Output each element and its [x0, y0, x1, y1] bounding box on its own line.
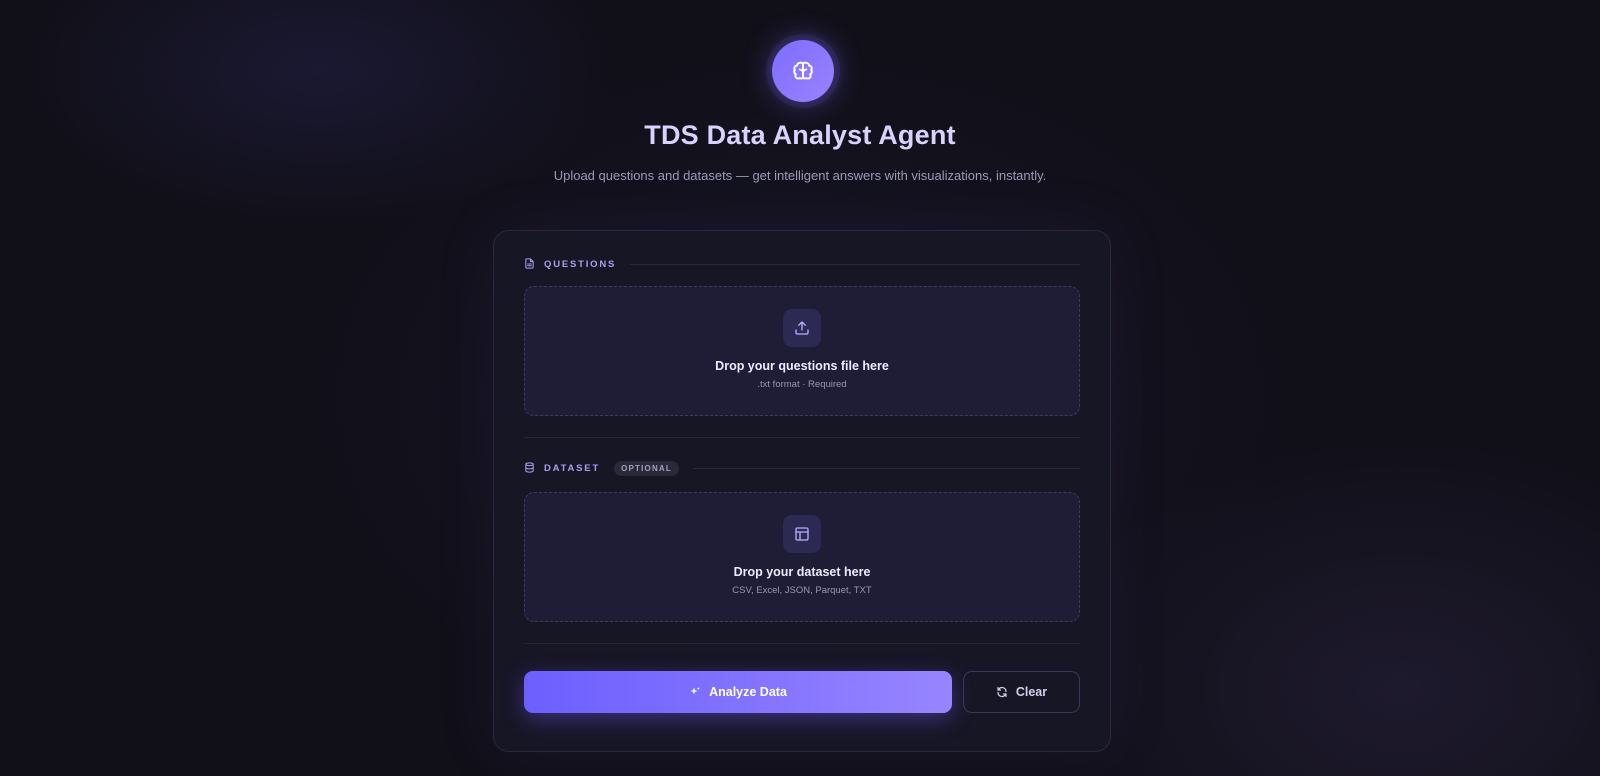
dataset-section-header: DATASET OPTIONAL: [524, 460, 1080, 476]
page-subtitle: Upload questions and datasets — get inte…: [553, 168, 1047, 183]
questions-dropzone[interactable]: Drop your questions file here .txt forma…: [524, 286, 1080, 416]
analyze-data-button[interactable]: Analyze Data: [524, 671, 952, 713]
dataset-section-label: DATASET: [544, 462, 601, 474]
database-icon: [524, 462, 536, 474]
dataset-dropzone[interactable]: Drop your dataset here CSV, Excel, JSON,…: [524, 492, 1080, 622]
section-divider-line: [630, 263, 1080, 265]
clear-label: Clear: [1015, 685, 1048, 699]
page-title: TDS Data Analyst Agent: [644, 120, 956, 150]
questions-section-label: QUESTIONS: [544, 258, 617, 270]
questions-dropzone-title: Drop your questions file here: [715, 359, 889, 373]
refresh-icon: [996, 686, 1008, 698]
clear-button[interactable]: Clear: [963, 671, 1080, 713]
section-divider: [524, 437, 1080, 438]
sparkles-icon: [689, 686, 701, 698]
upload-icon: [783, 309, 821, 347]
app-logo: [772, 40, 834, 102]
section-divider: [524, 643, 1080, 644]
analyze-data-label: Analyze Data: [709, 685, 787, 699]
table-icon: [783, 515, 821, 553]
optional-badge: OPTIONAL: [614, 460, 679, 476]
section-divider-line: [693, 467, 1080, 469]
file-text-icon: [524, 258, 536, 270]
questions-dropzone-hint: .txt format · Required: [757, 379, 847, 390]
app-page: TDS Data Analyst Agent Upload questions …: [0, 0, 1600, 776]
dataset-dropzone-hint: CSV, Excel, JSON, Parquet, TXT: [732, 585, 872, 596]
questions-section-header: QUESTIONS: [524, 256, 1080, 272]
brain-icon: [793, 61, 813, 80]
upload-card: QUESTIONS Drop your questions file here …: [493, 230, 1111, 752]
dataset-dropzone-title: Drop your dataset here: [733, 565, 871, 579]
